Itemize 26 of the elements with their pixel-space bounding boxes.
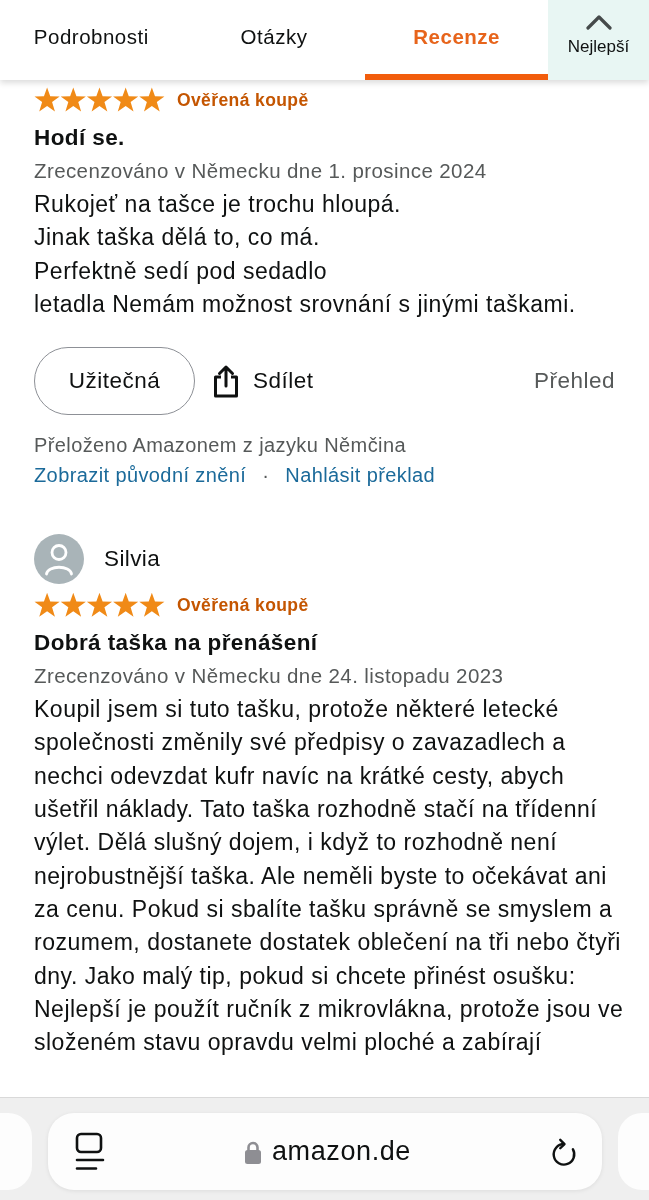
review-text: Rukojeť na tašce je trochu hloupá. Jinak taška dělá to, co má. Perfektně sedí pod sedadlo letadla Nemám možnost srovnání s jinými taškami. xyxy=(34,190,577,319)
review-title: Dobrá taška na přenášení xyxy=(34,629,319,658)
review-date: Zrecenzováno v Německu dne 1. prosince 2024 xyxy=(34,158,488,184)
review-text: Koupil jsem si tuto tašku, protože některé letecké společnosti změnily své předpisy o zavazadlech a nechci odevzdat kufr navíc na krátké cesty, abych ušetřil náklady. Tato taška rozhodně stačí na třídenní výlet. Dělá slušný dojem, i když to rozhodně není nejrobustnější taška. Ale neměli byste to očekávat ani za cenu. Pokud si sbalíte tašku správně se smyslem a rozumem, dostanete dostatek oblečení na tři nebo čtyři dny. Jako malý tip, pokud si chcete přinést osušku: Nejlepší je použít ručník z mikrovlákna, protože jsou ve složeném stavu opravdu velmi ploché a zabírají xyxy=(34,695,625,1058)
report-button[interactable]: Přehled xyxy=(533,364,615,399)
tab[interactable]: Otázky xyxy=(182,0,366,80)
share-button[interactable]: Sdílet xyxy=(212,364,314,399)
avatar-icon xyxy=(34,534,84,585)
review-date: Zrecenzováno v Německu dne 24. listopadu 2023 xyxy=(34,663,505,690)
url-text: amazon.de xyxy=(272,1135,411,1169)
translation-link[interactable]: Zobrazit původní znění xyxy=(34,460,247,491)
chevron-up-icon xyxy=(585,14,612,31)
verified-purchase-label: Ověřená koupě xyxy=(176,88,309,112)
translation-note: Přeloženo Amazonem z jazyku Němčina xyxy=(34,433,407,459)
link-separator: · xyxy=(262,463,270,489)
address-bar[interactable]: amazon.de xyxy=(48,1113,602,1190)
lock-icon xyxy=(244,1139,262,1164)
translation-link[interactable]: Nahlásit překlad xyxy=(285,460,436,491)
review-title: Hodí se. xyxy=(34,124,126,152)
reviewer-name: Silvia xyxy=(104,545,161,574)
page-lines-icon xyxy=(75,1131,105,1172)
helpful-button[interactable]: Užitečná xyxy=(34,347,195,416)
sort-button[interactable]: Nejlepší xyxy=(548,0,649,80)
verified-purchase-label: Ověřená koupě xyxy=(176,594,309,618)
tab[interactable]: Podrobnosti xyxy=(0,0,183,80)
share-icon xyxy=(212,364,240,399)
